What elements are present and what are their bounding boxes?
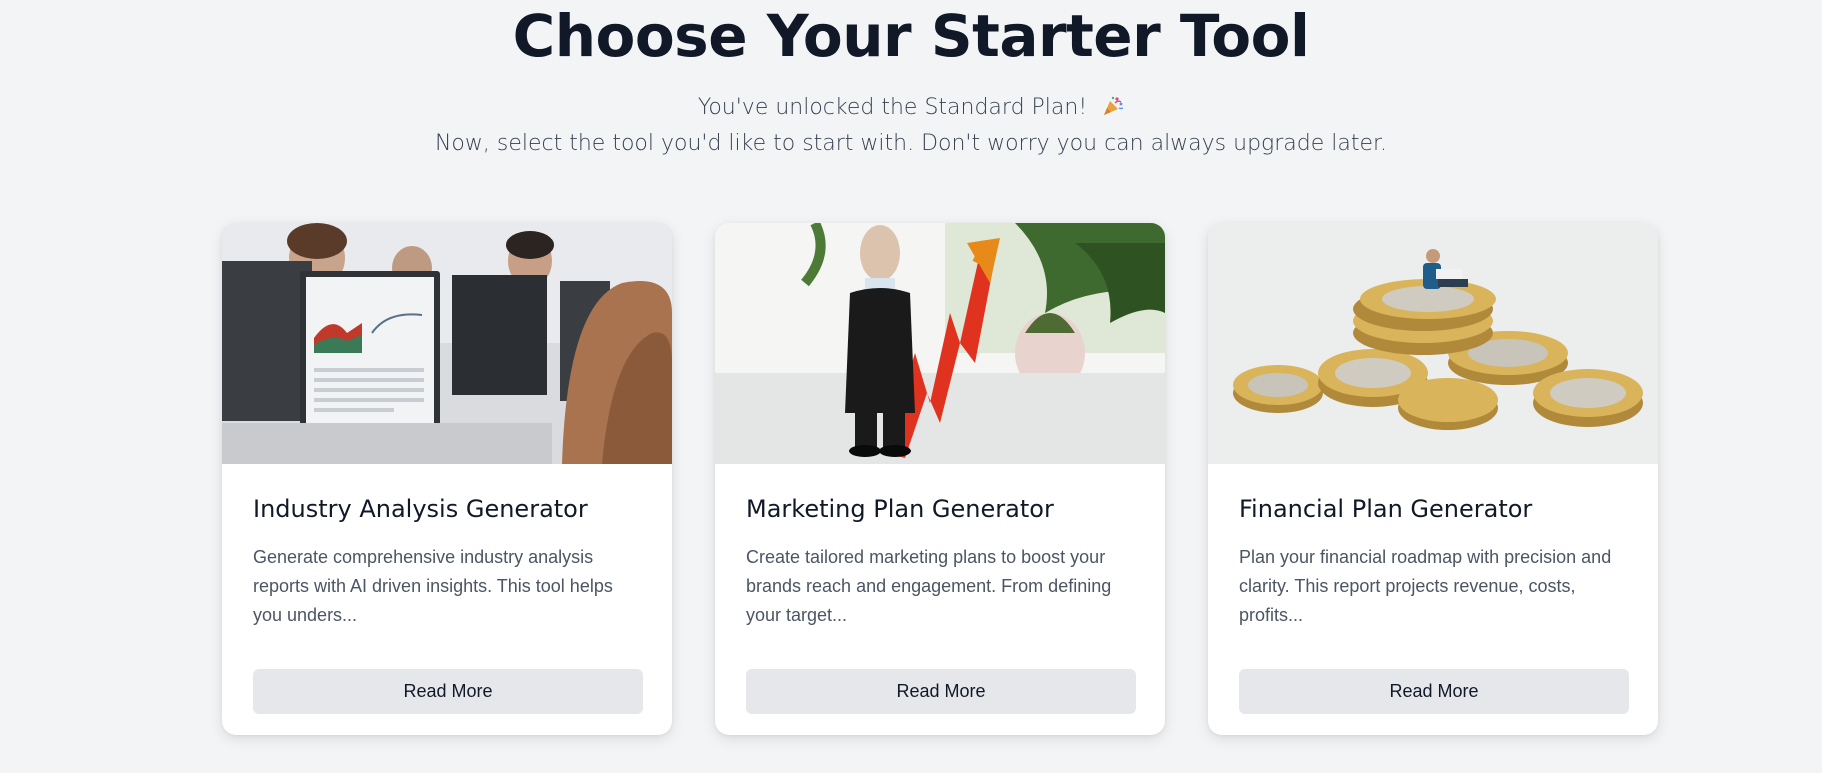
page-title: Choose Your Starter Tool xyxy=(512,2,1310,70)
card-description: Create tailored marketing plans to boost… xyxy=(746,547,1112,625)
subtitle-unlocked: You've unlocked the Standard Plan! xyxy=(0,95,1822,120)
read-more-button[interactable]: Read More xyxy=(253,669,643,714)
card-image-businessman-arrow xyxy=(715,223,1165,464)
read-more-button[interactable]: Read More xyxy=(1239,669,1629,714)
subtitle-unlocked-text: You've unlocked the Standard Plan! xyxy=(697,95,1088,120)
card-description: Generate comprehensive industry analysis… xyxy=(253,547,613,625)
card-title: Marketing Plan Generator xyxy=(746,495,1054,523)
card-image-coins-reader xyxy=(1208,223,1658,464)
card-title: Financial Plan Generator xyxy=(1239,495,1533,523)
subtitle-instructions: Now, select the tool you'd like to start… xyxy=(434,131,1388,156)
card-title: Industry Analysis Generator xyxy=(253,495,588,523)
card-marketing-plan[interactable]: Marketing Plan Generator Create tailored… xyxy=(715,223,1165,735)
card-industry-analysis[interactable]: Industry Analysis Generator Generate com… xyxy=(222,223,672,735)
card-financial-plan[interactable]: Financial Plan Generator Plan your finan… xyxy=(1208,223,1658,735)
card-description: Plan your financial roadmap with precisi… xyxy=(1239,547,1612,625)
read-more-button[interactable]: Read More xyxy=(746,669,1136,714)
card-image-office-analytics xyxy=(222,223,672,464)
party-popper-icon xyxy=(1102,95,1124,117)
